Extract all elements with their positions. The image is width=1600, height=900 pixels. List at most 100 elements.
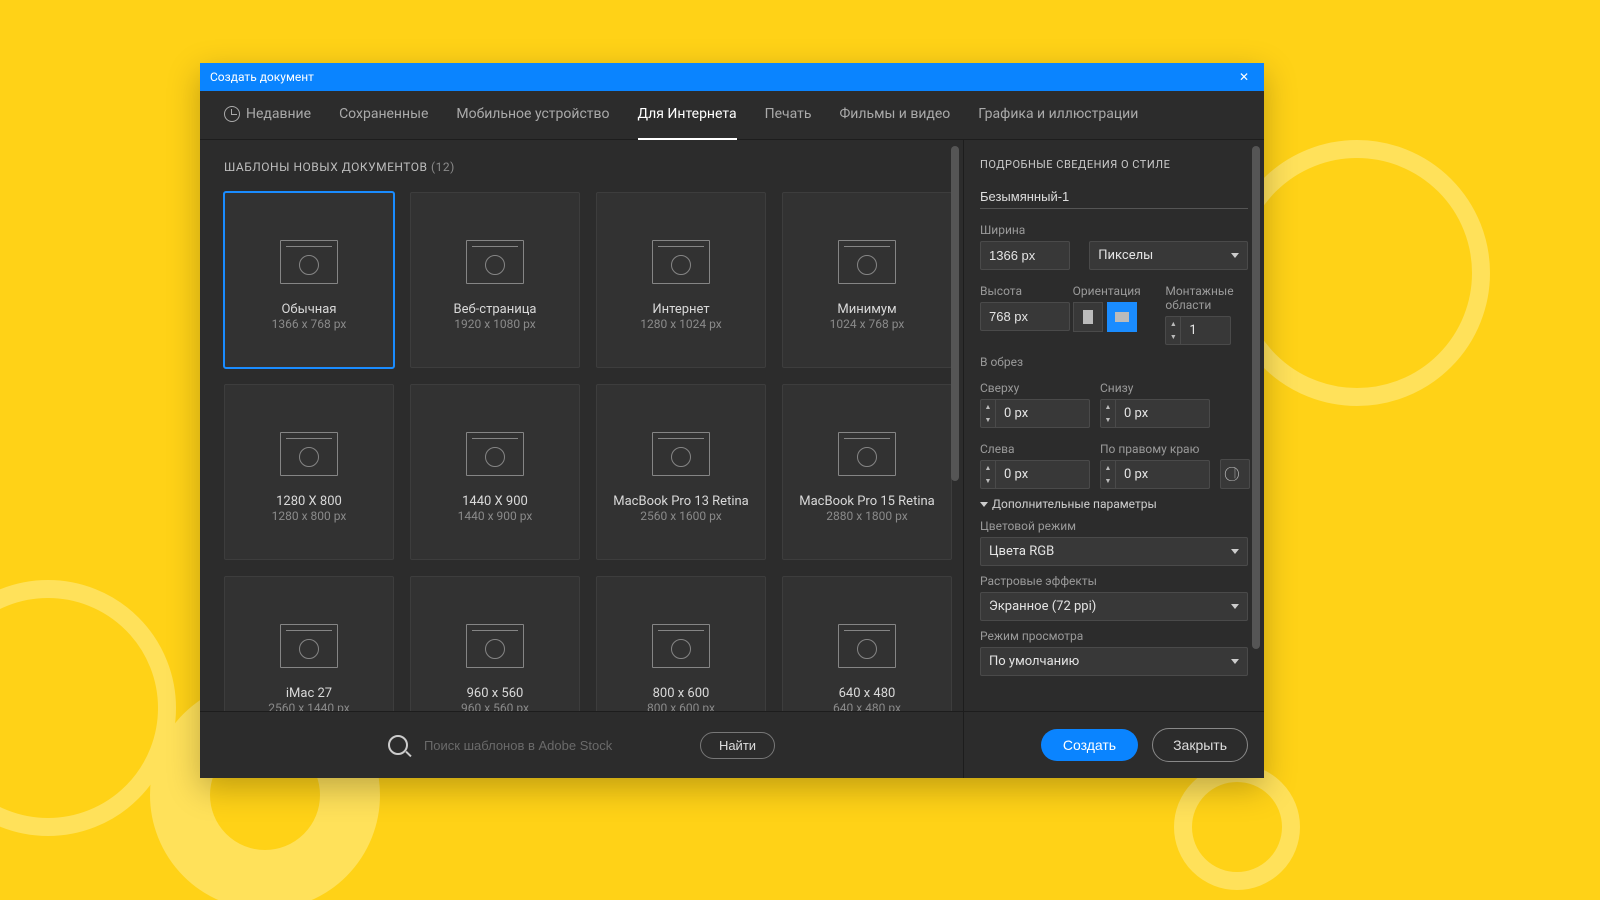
search-input[interactable]	[422, 737, 686, 754]
template-name: Обычная	[272, 302, 347, 317]
template-dims: 2880 x 1800 px	[799, 509, 935, 523]
height-label: Высота	[980, 284, 1063, 298]
stepper-down-icon[interactable]: ▼	[1166, 331, 1180, 345]
close-button[interactable]: Закрыть	[1152, 728, 1248, 762]
web-preset-icon	[838, 240, 896, 284]
templates-grid: Обычная1366 x 768 pxВеб-страница1920 x 1…	[224, 192, 939, 711]
web-preset-icon	[466, 240, 524, 284]
template-card[interactable]: iMac 272560 x 1440 px	[224, 576, 394, 711]
color-mode-select[interactable]: Цвета RGB	[980, 537, 1248, 566]
bleed-left-label: Слева	[980, 442, 1090, 456]
width-input[interactable]	[980, 241, 1070, 270]
template-dims: 1366 x 768 px	[272, 317, 347, 331]
templates-section-header: ШАБЛОНЫ НОВЫХ ДОКУМЕНТОВ (12)	[224, 160, 939, 174]
document-name-input[interactable]	[980, 185, 1248, 209]
bleed-bottom-stepper[interactable]: ▲▼0 px	[1100, 399, 1210, 428]
preview-mode-label: Режим просмотра	[980, 629, 1248, 643]
window-close-icon[interactable]: ✕	[1234, 70, 1254, 84]
web-preset-icon	[652, 240, 710, 284]
advanced-label: Дополнительные параметры	[992, 497, 1157, 511]
web-preset-icon	[838, 624, 896, 668]
template-card[interactable]: 640 x 480640 x 480 px	[782, 576, 952, 711]
template-dims: 1024 x 768 px	[830, 317, 905, 331]
create-button[interactable]: Создать	[1041, 729, 1138, 761]
tab-label: Фильмы и видео	[839, 106, 950, 122]
template-name: MacBook Pro 13 Retina	[613, 494, 749, 509]
template-card[interactable]: Интернет1280 x 1024 px	[596, 192, 766, 368]
tab-3[interactable]: Для Интернета	[638, 90, 737, 140]
template-card[interactable]: 1280 X 8001280 x 800 px	[224, 384, 394, 560]
template-card[interactable]: 800 x 600800 x 600 px	[596, 576, 766, 711]
advanced-toggle[interactable]: Дополнительные параметры	[980, 497, 1248, 511]
artboards-stepper[interactable]: ▲▼ 1	[1165, 316, 1231, 345]
section-title: ШАБЛОНЫ НОВЫХ ДОКУМЕНТОВ	[224, 160, 428, 174]
bleed-right-stepper[interactable]: ▲▼0 px	[1100, 460, 1210, 489]
bleed-left-value: 0 px	[996, 461, 1089, 488]
template-dims: 960 x 560 px	[461, 701, 529, 712]
raster-effects-select[interactable]: Экранное (72 ppi)	[980, 592, 1248, 621]
window-title: Создать документ	[210, 70, 314, 84]
template-card[interactable]: MacBook Pro 13 Retina2560 x 1600 px	[596, 384, 766, 560]
template-card[interactable]: Минимум1024 x 768 px	[782, 192, 952, 368]
orientation-landscape[interactable]	[1107, 302, 1137, 332]
template-card[interactable]: 1440 X 9001440 x 900 px	[410, 384, 580, 560]
raster-effects-label: Растровые эффекты	[980, 574, 1248, 588]
template-name: 960 x 560	[461, 686, 529, 701]
template-dims: 800 x 600 px	[647, 701, 715, 712]
bleed-link-icon[interactable]: 𝄀⃝	[1220, 459, 1250, 489]
template-name: 1280 X 800	[272, 494, 347, 509]
template-card[interactable]: 960 x 560960 x 560 px	[410, 576, 580, 711]
raster-effects-value: Экранное (72 ppi)	[989, 599, 1096, 614]
template-card[interactable]: Обычная1366 x 768 px	[224, 192, 394, 368]
bleed-top-label: Сверху	[980, 381, 1090, 395]
template-card[interactable]: MacBook Pro 15 Retina2880 x 1800 px	[782, 384, 952, 560]
tab-label: Недавние	[246, 106, 311, 122]
units-select[interactable]: Пикселы	[1089, 241, 1248, 270]
tab-label: Графика и иллюстрации	[978, 106, 1138, 122]
preview-mode-select[interactable]: По умолчанию	[980, 647, 1248, 676]
web-preset-icon	[466, 432, 524, 476]
tab-4[interactable]: Печать	[765, 90, 812, 140]
template-dims: 640 x 480 px	[833, 701, 901, 712]
web-preset-icon	[280, 240, 338, 284]
bleed-top-value: 0 px	[996, 400, 1089, 427]
new-document-dialog: Создать документ ✕ Недавние Сохраненные Мо…	[200, 63, 1264, 778]
templates-scrollbar[interactable]	[951, 146, 959, 705]
preset-details-panel: ПОДРОБНЫЕ СВЕДЕНИЯ О СТИЛЕ Ширина Пиксел…	[964, 140, 1264, 778]
web-preset-icon	[280, 432, 338, 476]
find-button[interactable]: Найти	[700, 732, 775, 759]
template-dims: 2560 x 1440 px	[268, 701, 349, 712]
tab-label: Сохраненные	[339, 106, 428, 122]
tab-2[interactable]: Мобильное устройство	[456, 90, 609, 140]
tab-6[interactable]: Графика и иллюстрации	[978, 90, 1138, 140]
web-preset-icon	[652, 624, 710, 668]
artboards-label: Монтажные области	[1165, 284, 1248, 312]
template-card[interactable]: Веб-страница1920 x 1080 px	[410, 192, 580, 368]
color-mode-label: Цветовой режим	[980, 519, 1248, 533]
chevron-down-icon	[1231, 659, 1239, 664]
template-name: Интернет	[640, 302, 721, 317]
search-bar: Найти	[200, 711, 963, 778]
tab-5[interactable]: Фильмы и видео	[839, 90, 950, 140]
template-name: MacBook Pro 15 Retina	[799, 494, 935, 509]
orientation-label: Ориентация	[1073, 284, 1156, 298]
stepper-up-icon[interactable]: ▲	[1166, 317, 1180, 331]
chevron-down-icon	[1231, 604, 1239, 609]
bleed-bottom-value: 0 px	[1116, 400, 1209, 427]
tab-0[interactable]: Недавние	[224, 90, 311, 140]
template-name: 640 x 480	[833, 686, 901, 701]
web-preset-icon	[466, 624, 524, 668]
width-label: Ширина	[980, 223, 1248, 237]
bleed-top-stepper[interactable]: ▲▼0 px	[980, 399, 1090, 428]
units-value: Пикселы	[1098, 248, 1153, 263]
tab-label: Мобильное устройство	[456, 106, 609, 122]
template-dims: 1280 x 1024 px	[640, 317, 721, 331]
tab-label: Печать	[765, 106, 812, 122]
web-preset-icon	[652, 432, 710, 476]
templates-pane: ШАБЛОНЫ НОВЫХ ДОКУМЕНТОВ (12) Обычная136…	[200, 140, 964, 778]
tab-1[interactable]: Сохраненные	[339, 90, 428, 140]
height-input[interactable]	[980, 302, 1070, 331]
bleed-left-stepper[interactable]: ▲▼0 px	[980, 460, 1090, 489]
orientation-portrait[interactable]	[1073, 302, 1103, 332]
panel-scrollbar[interactable]	[1252, 146, 1260, 705]
